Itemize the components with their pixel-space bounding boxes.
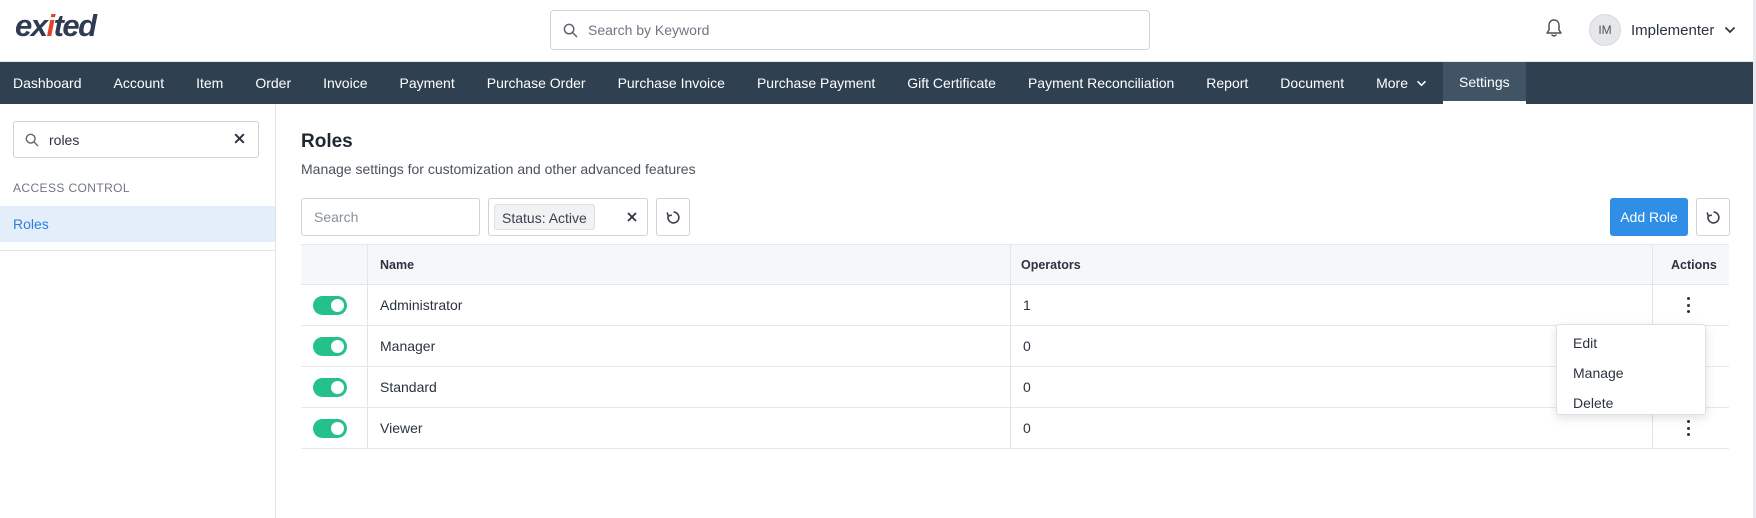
user-name: Implementer bbox=[1631, 21, 1715, 39]
nav-item-report[interactable]: Report bbox=[1190, 62, 1264, 104]
column-divider bbox=[1010, 367, 1011, 407]
status-chip[interactable]: Status: Active bbox=[494, 204, 595, 230]
nav-item-more[interactable]: More bbox=[1360, 62, 1443, 104]
column-divider bbox=[367, 367, 368, 407]
main-nav: Dashboard Account Item Order Invoice Pay… bbox=[0, 62, 1756, 104]
logo-text-accent: i bbox=[46, 8, 55, 43]
more-vertical-icon[interactable] bbox=[1683, 296, 1693, 314]
table-row: Standard 0 bbox=[301, 367, 1729, 408]
column-divider bbox=[1010, 408, 1011, 448]
refresh-icon bbox=[1705, 210, 1720, 224]
reset-filter-button[interactable] bbox=[656, 198, 690, 236]
nav-item-payment-reconciliation[interactable]: Payment Reconciliation bbox=[1012, 62, 1190, 104]
nav-item-purchase-invoice[interactable]: Purchase Invoice bbox=[602, 62, 741, 104]
nav-item-purchase-order[interactable]: Purchase Order bbox=[471, 62, 602, 104]
role-operators: 0 bbox=[1023, 379, 1031, 395]
global-search-box[interactable] bbox=[550, 10, 1150, 50]
column-divider bbox=[1652, 285, 1653, 325]
table-row: Viewer 0 bbox=[301, 408, 1729, 449]
menu-item-delete[interactable]: Delete bbox=[1557, 388, 1705, 418]
status-toggle[interactable] bbox=[313, 337, 347, 356]
nav-item-account[interactable]: Account bbox=[98, 62, 181, 104]
nav-item-settings[interactable]: Settings bbox=[1443, 62, 1526, 104]
role-operators: 0 bbox=[1023, 338, 1031, 354]
sidebar-item-roles[interactable]: Roles bbox=[0, 206, 275, 242]
role-name[interactable]: Manager bbox=[380, 326, 435, 366]
table-row: Manager 0 bbox=[301, 326, 1729, 367]
row-actions-menu: Edit Manage Delete bbox=[1556, 324, 1706, 415]
logo-text-part: ex bbox=[15, 8, 48, 43]
status-toggle[interactable] bbox=[313, 296, 347, 315]
roles-table: Name Operators Actions Administrator 1 M… bbox=[301, 244, 1729, 449]
refresh-button[interactable] bbox=[1696, 198, 1730, 236]
column-header-name[interactable]: Name bbox=[380, 245, 414, 285]
table-row: Administrator 1 bbox=[301, 285, 1729, 326]
nav-item-invoice[interactable]: Invoice bbox=[307, 62, 383, 104]
column-divider bbox=[1010, 326, 1011, 366]
column-header-operators[interactable]: Operators bbox=[1021, 245, 1081, 285]
nav-item-payment[interactable]: Payment bbox=[383, 62, 470, 104]
column-divider bbox=[367, 245, 368, 285]
nav-item-dashboard[interactable]: Dashboard bbox=[0, 62, 98, 104]
sidebar-search-box[interactable] bbox=[13, 121, 259, 158]
status-toggle[interactable] bbox=[313, 419, 347, 438]
menu-item-manage[interactable]: Manage bbox=[1557, 358, 1705, 388]
nav-item-gift-certificate[interactable]: Gift Certificate bbox=[891, 62, 1012, 104]
menu-item-edit[interactable]: Edit bbox=[1557, 328, 1705, 358]
add-role-button[interactable]: Add Role bbox=[1610, 198, 1688, 236]
sidebar-divider bbox=[0, 250, 275, 251]
status-filter[interactable]: Status: Active bbox=[488, 198, 648, 236]
close-icon[interactable] bbox=[626, 211, 638, 223]
bell-icon[interactable] bbox=[1545, 18, 1563, 38]
column-header-actions: Actions bbox=[1671, 258, 1717, 272]
close-icon[interactable] bbox=[233, 132, 246, 145]
chevron-down-icon bbox=[1417, 80, 1427, 86]
app-header: exited IM Implementer bbox=[0, 0, 1756, 62]
role-operators: 0 bbox=[1023, 420, 1031, 436]
page-title: Roles bbox=[301, 131, 353, 152]
table-header: Name Operators Actions bbox=[301, 244, 1729, 285]
chevron-down-icon bbox=[1725, 26, 1736, 34]
refresh-icon bbox=[665, 210, 680, 224]
column-divider bbox=[1010, 285, 1011, 325]
exsited-logo[interactable]: exited bbox=[15, 8, 98, 44]
page-subtitle: Manage settings for customization and ot… bbox=[301, 161, 696, 177]
sidebar-section-label: ACCESS CONTROL bbox=[13, 181, 130, 195]
search-icon bbox=[563, 23, 578, 37]
global-search-input[interactable] bbox=[588, 22, 1128, 38]
role-operators: 1 bbox=[1023, 297, 1031, 313]
role-name[interactable]: Viewer bbox=[380, 408, 423, 448]
logo-text-part: ted bbox=[53, 8, 98, 43]
nav-item-purchase-payment[interactable]: Purchase Payment bbox=[741, 62, 891, 104]
column-divider bbox=[1010, 245, 1011, 285]
user-menu[interactable]: IM Implementer bbox=[1589, 14, 1736, 46]
nav-item-more-label: More bbox=[1376, 75, 1409, 91]
search-icon bbox=[25, 133, 39, 146]
nav-item-item[interactable]: Item bbox=[180, 62, 239, 104]
sidebar-search-input[interactable] bbox=[49, 131, 219, 148]
column-divider bbox=[1652, 245, 1653, 285]
nav-item-order[interactable]: Order bbox=[239, 62, 307, 104]
roles-search-input[interactable] bbox=[301, 198, 480, 236]
role-name[interactable]: Administrator bbox=[380, 285, 462, 325]
status-toggle[interactable] bbox=[313, 378, 347, 397]
role-name[interactable]: Standard bbox=[380, 367, 437, 407]
avatar: IM bbox=[1589, 14, 1621, 46]
more-vertical-icon[interactable] bbox=[1683, 419, 1693, 437]
nav-item-document[interactable]: Document bbox=[1264, 62, 1360, 104]
settings-sidebar: ACCESS CONTROL Roles bbox=[0, 104, 276, 518]
column-divider bbox=[367, 326, 368, 366]
column-divider bbox=[367, 285, 368, 325]
column-divider bbox=[367, 408, 368, 448]
